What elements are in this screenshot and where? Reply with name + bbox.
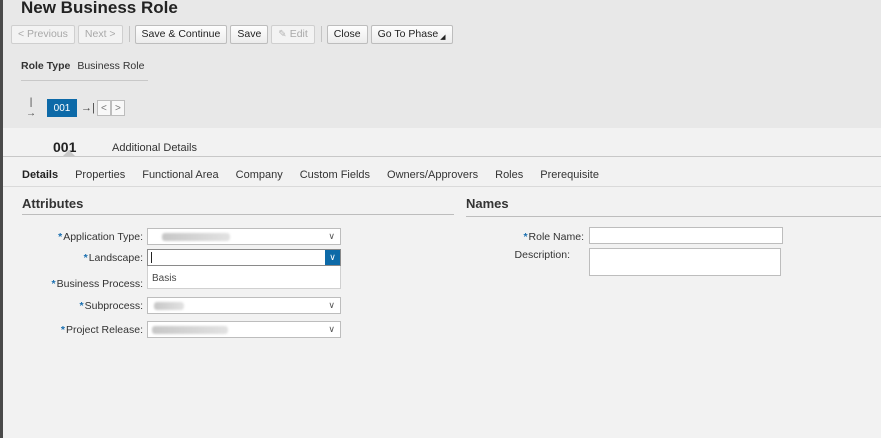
go-to-phase-label: Go To Phase [377,28,439,40]
divider [466,216,881,217]
edit-button[interactable]: ✎ Edit [271,24,315,44]
corner-arrow-icon: ◢ [440,34,446,41]
description-row: Description: [470,246,570,264]
required-marker: * [58,231,63,243]
subtab-prerequisite[interactable]: Prerequisite [540,169,599,181]
required-marker: * [523,231,528,243]
toolbar-separator [128,26,130,42]
chevron-down-icon: ∨ [328,231,335,241]
subprocess-select[interactable]: ∨ [147,297,341,314]
description-label: Description: [514,249,570,261]
landscape-select[interactable]: ∨ [147,249,341,266]
project-release-row: *Project Release: [0,321,143,339]
role-name-label: Role Name: [528,231,584,243]
subtab-custom-fields[interactable]: Custom Fields [300,169,370,181]
chevron-down-icon[interactable]: ∨ [325,250,340,265]
application-type-select[interactable]: ∨ [147,228,341,245]
last-page-icon[interactable]: →| [81,102,95,114]
redacted-value [154,302,184,310]
tab-additional-details[interactable]: Additional Details [112,142,197,154]
next-button[interactable]: Next > [77,24,123,44]
dropdown-item[interactable]: Basis [152,273,176,284]
role-type: Role Type Business Role [21,60,144,72]
content-background [3,340,881,438]
pencil-icon: ✎ [278,28,287,40]
required-marker: * [51,278,56,290]
toolbar-separator [320,26,322,42]
subtab-roles[interactable]: Roles [495,169,523,181]
role-name-input[interactable] [589,227,783,244]
attributes-heading: Attributes [22,196,84,211]
description-input[interactable] [589,248,781,276]
subtab-details[interactable]: Details [22,169,58,181]
subtab-company[interactable]: Company [236,169,283,181]
subtab-functional-area[interactable]: Functional Area [142,169,218,181]
redacted-value [162,233,230,241]
previous-button[interactable]: < Previous [11,24,75,44]
role-type-value: Business Role [77,60,145,72]
required-marker: * [79,300,84,312]
project-release-select[interactable]: ∨ [147,321,341,338]
subtab-owners-approvers[interactable]: Owners/Approvers [387,169,478,181]
application-type-row: *Application Type: [0,228,143,246]
required-marker: * [60,324,65,336]
pager: |→ 001 →| < > [25,97,125,119]
divider [3,186,881,187]
divider [21,80,148,81]
toolbar: < Previous Next > Save & Continue Save ✎… [11,24,456,44]
section-tabs: 001 Additional Details [3,128,881,156]
current-item-badge[interactable]: 001 [47,99,77,117]
role-name-row: *Role Name: [470,228,584,246]
page-header: New Business Role < Previous Next > Save… [3,0,881,128]
subprocess-row: *Subprocess: [0,297,143,315]
save-button[interactable]: Save [230,24,269,44]
chevron-down-icon: ∨ [328,300,335,310]
edit-button-label: Edit [289,28,308,40]
landscape-label: Landscape: [88,252,143,264]
landscape-row: *Landscape: [0,249,143,267]
application-type-label: Application Type: [63,231,143,243]
divider [22,214,454,215]
pager-next-button[interactable]: > [110,100,125,116]
business-process-row: *Business Process: [0,275,143,293]
role-type-label: Role Type [21,60,71,72]
go-to-phase-button[interactable]: Go To Phase ◢ [370,24,453,44]
save-continue-button[interactable]: Save & Continue [134,24,228,44]
text-caret [151,252,152,263]
close-button[interactable]: Close [326,24,368,44]
subtab-properties[interactable]: Properties [75,169,125,181]
sub-tabs: Details Properties Functional Area Compa… [22,169,616,181]
project-release-label: Project Release: [65,324,143,336]
redacted-value [152,326,228,334]
page-title: New Business Role [21,0,178,17]
landscape-dropdown-list: Basis [147,266,341,289]
divider [3,156,881,157]
subprocess-label: Subprocess: [84,300,143,312]
pager-prev-button[interactable]: < [96,100,111,116]
first-page-icon[interactable]: |→ [25,97,37,119]
names-heading: Names [466,196,509,211]
chevron-down-icon: ∨ [328,324,335,334]
required-marker: * [83,252,88,264]
business-process-label: Business Process: [56,278,143,290]
